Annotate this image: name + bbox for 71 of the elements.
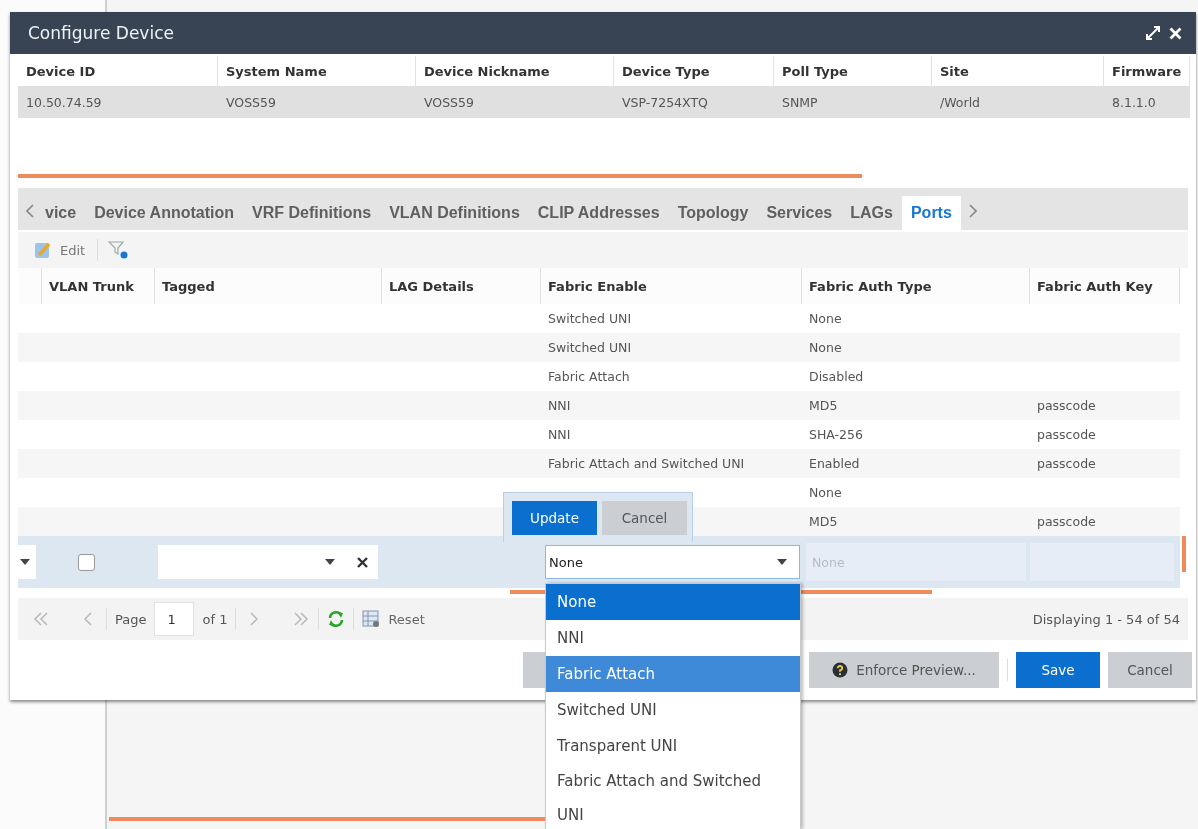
tab[interactable]: Device Annotation [85,196,243,230]
expand-icon[interactable] [1145,25,1161,41]
cancel-button[interactable]: Cancel [1108,652,1192,688]
table-cell: MD5 [809,398,838,413]
page-count: of 1 [202,611,228,627]
table-cell: None [809,311,842,326]
refresh-icon[interactable] [327,610,346,628]
dropdown-option[interactable]: Switched UNI [546,692,800,728]
table-cell: /World [932,86,1104,118]
table-cell: Fabric Attach [548,369,630,384]
table-cell: passcode [1037,456,1096,471]
table-cell: 10.50.74.59 [18,86,218,118]
page-input[interactable]: 1 [154,602,195,636]
table-row[interactable]: Switched UNI None [18,333,1180,362]
tab[interactable]: CLIP Addresses [528,196,669,230]
table-cell: Switched UNI [548,311,632,326]
tab[interactable]: Topology [668,196,758,230]
close-icon[interactable] [1169,26,1182,40]
dropdown-option[interactable]: Transparent UNI [546,728,800,764]
preview-button[interactable]: Enforce Preview... [809,652,999,688]
combo-field[interactable] [18,545,36,579]
table-cell: passcode [1037,514,1096,529]
checkbox[interactable] [78,553,95,571]
reset-button[interactable]: Reset [362,610,425,628]
clear-icon[interactable] [357,556,368,568]
display-info: Displaying 1 - 54 of 54 [1032,611,1180,627]
table-cell: NNI [548,427,571,442]
table-cell: VOSS59 [218,86,416,118]
pencil-icon [34,241,52,259]
table-cell: Switched UNI [548,340,632,355]
tab[interactable]: LAGs [841,196,902,230]
page-label: Page [115,611,147,627]
table-cell: VOSS59 [416,86,614,118]
caret-icon[interactable] [20,559,30,565]
table-cell: SHA-256 [809,427,863,442]
update-button[interactable]: Update [512,500,597,535]
tab[interactable]: VLAN Definitions [380,196,529,230]
table-row[interactable]: Fabric Attach and Switched UNI Enabled passcode [18,449,1180,478]
tab[interactable]: Services [757,196,842,230]
tab[interactable]: Ports [901,196,961,230]
table-icon [362,610,381,628]
table-cell: Enabled [809,456,860,471]
tab[interactable]: VRF Definitions [243,196,381,230]
table-cell: None [809,340,842,355]
dropdown-option[interactable]: Fabric Attach and Switched UNI [546,764,800,829]
table-cell: VSP-7254XTQ [614,86,774,118]
table-cell: SNMP [774,86,932,118]
table-cell: Fabric Attach and Switched UNI [548,456,745,471]
table-cell: passcode [1037,427,1096,442]
dropdown-field[interactable]: None [545,545,800,579]
cancel-button[interactable]: Cancel [602,500,687,535]
edit-button[interactable]: Edit [32,239,88,261]
scroll-right-icon[interactable] [968,204,977,218]
window-title: Configure Device [28,23,174,43]
table-cell: NNI [548,398,571,413]
tab[interactable]: vice [36,196,86,230]
table-cell: MD5 [809,514,838,529]
save-button[interactable]: Save [1016,652,1100,688]
table-cell: Disabled [809,369,864,384]
table-cell: 8.1.1.0 [1104,86,1190,118]
help-icon [832,662,849,678]
scroll-left-icon[interactable] [26,204,34,218]
table-cell: passcode [1037,398,1096,413]
table-cell: None [809,485,842,500]
combo-field[interactable] [158,545,378,579]
dropdown-option[interactable]: Fabric Attach [546,656,800,692]
caret-icon[interactable] [777,559,787,565]
dropdown-option[interactable]: NNI [546,620,800,656]
dropdown-option[interactable]: None [546,584,800,620]
caret-icon[interactable] [325,559,335,565]
table-row[interactable]: NNI MD5 passcode [18,391,1180,420]
